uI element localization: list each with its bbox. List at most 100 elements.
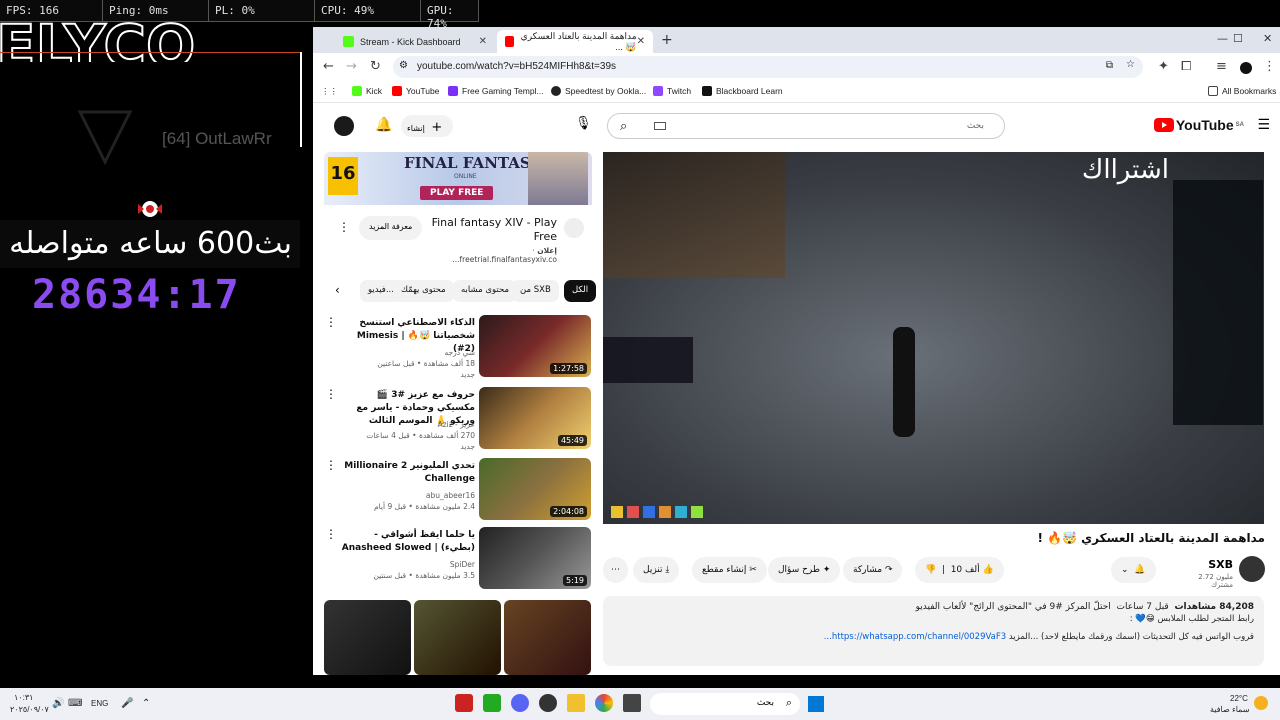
create-button[interactable]: إنشاء + — [401, 115, 453, 137]
reload-icon[interactable]: ↻ — [370, 59, 381, 74]
video-thumbnail[interactable]: 5:19 — [479, 527, 591, 589]
clip-button[interactable]: إنشاء مقطع ✂ — [692, 557, 767, 583]
like-dislike-group[interactable]: 👎 | 10 ألف 👍 — [915, 557, 1004, 583]
ask-button[interactable]: طرح سؤال ✦ — [768, 557, 841, 583]
download-button[interactable]: تنزيل ⤓ — [633, 557, 680, 583]
share-button[interactable]: مشاركة ↷ — [843, 557, 903, 583]
list-item[interactable]: 1:27:58 الذكاء الاصطناعي استنسخ شخصياتنا… — [313, 315, 603, 385]
youtube-logo[interactable]: YouTube SA — [1153, 117, 1244, 133]
more-vert-icon[interactable]: ⋮ — [325, 315, 337, 329]
windows-start-icon[interactable] — [808, 696, 824, 712]
rec-channel[interactable]: abu_abeer16 — [339, 490, 475, 501]
address-bar[interactable]: ⚙ youtube.com/watch?v=bH524MIFHh8&t=39s … — [393, 56, 1143, 78]
more-actions-button[interactable]: ⋯ — [603, 557, 628, 583]
chrome-icon[interactable] — [595, 694, 613, 712]
channel-name[interactable]: SXB — [1175, 558, 1233, 571]
mic-icon[interactable]: 🎤 — [121, 698, 133, 709]
more-vert-icon[interactable]: ⋮ — [338, 220, 350, 234]
short-thumbnail[interactable] — [414, 600, 501, 675]
clock-date[interactable]: ٢٠٢٥/٠٩/٠٧ — [10, 705, 49, 714]
weather-temp[interactable]: 22°C — [1230, 694, 1248, 703]
hamburger-menu-icon[interactable]: ☰ — [1257, 117, 1270, 133]
list-item[interactable]: 5:19 يا حلما ايقظ أشواقي - (بطيء) | Anas… — [313, 527, 603, 597]
list-item[interactable]: 2:04:08 تحدي المليونير 2 Millionaire Cha… — [313, 458, 603, 528]
apps-icon[interactable]: ⋮⋮ — [321, 86, 338, 97]
list-item[interactable]: 45:49 حروف مع عزيز #3 🎬 مكسيكي وحمادة - … — [313, 387, 603, 457]
video-thumbnail[interactable]: 45:49 — [479, 387, 591, 449]
bookmark-speedtest[interactable]: Speedtest by Ookla... — [551, 86, 646, 96]
bookmark-kick[interactable]: Kick — [352, 86, 382, 96]
chip-for-you[interactable]: محتوى يهمّك — [393, 280, 454, 302]
all-bookmarks[interactable]: All Bookmarks — [1208, 86, 1276, 96]
chip-all[interactable]: الكل — [564, 280, 597, 302]
sidebar-ad[interactable]: 16 FINAL FANTASY XIV ONLINE PLAY FREE Fi… — [324, 152, 592, 265]
back-icon[interactable]: ← — [323, 59, 334, 74]
obs-icon[interactable] — [539, 694, 557, 712]
menu-icon[interactable]: ⋮ — [1263, 59, 1276, 74]
rec-title[interactable]: يا حلما ايقظ أشواقي - (بطيء) | Anasheed … — [339, 529, 475, 555]
minimize-button[interactable]: — — [1217, 32, 1228, 45]
rec-channel[interactable]: عزيز - Aziz — [339, 419, 475, 430]
language-indicator[interactable]: ENG — [91, 699, 108, 708]
chip-from-channel[interactable]: من SXB — [512, 280, 559, 302]
channel-avatar[interactable] — [1239, 556, 1265, 582]
profile-avatar[interactable] — [1240, 62, 1252, 74]
file-explorer-icon[interactable] — [567, 694, 585, 712]
volume-icon[interactable]: 🔊 — [52, 698, 64, 709]
clock-time[interactable]: ١٠:٣١ — [14, 693, 33, 702]
description-box[interactable]: 84,208 مشاهدات قبل 7 ساعات احتلّ المركز … — [603, 596, 1264, 666]
chevron-left-icon[interactable]: ‹ — [335, 283, 340, 297]
tab-kick[interactable]: Stream - Kick Dashboard ✕ — [335, 30, 495, 53]
close-icon[interactable]: ✕ — [479, 36, 487, 47]
search-icon[interactable]: ⌕ — [620, 119, 627, 134]
search-input[interactable]: ⌕ بحث — [607, 113, 1005, 139]
mic-icon[interactable]: 🎙 — [575, 116, 592, 131]
rec-channel[interactable]: شي درجه — [339, 347, 475, 358]
bookmark-youtube[interactable]: YouTube — [392, 86, 439, 96]
maximize-button[interactable]: ☐ — [1233, 32, 1243, 45]
close-window-button[interactable]: ✕ — [1263, 32, 1272, 45]
browser-window: Stream - Kick Dashboard ✕ مداهمة المدينة… — [313, 27, 1280, 675]
more-vert-icon[interactable]: ⋮ — [325, 458, 337, 472]
video-thumbnail[interactable]: 1:27:58 — [479, 315, 591, 377]
media-icon[interactable]: ≡ — [1216, 59, 1227, 74]
ad-title[interactable]: Final fantasy XIV - Play Free — [431, 216, 557, 244]
discord-icon[interactable] — [511, 694, 529, 712]
subscribed-button[interactable]: ⌄ 🔔 — [1111, 557, 1156, 583]
site-info-icon[interactable]: ⚙ — [399, 60, 408, 71]
rec-channel[interactable]: SpiDer — [339, 559, 475, 570]
notifications-icon[interactable]: 🔔 — [375, 117, 392, 133]
short-thumbnail[interactable] — [504, 600, 591, 675]
app-icon[interactable] — [623, 694, 641, 712]
keyboard-icon[interactable] — [654, 122, 666, 130]
account-avatar[interactable] — [334, 116, 354, 136]
video-player[interactable]: اشترااك — [603, 152, 1264, 524]
forward-icon[interactable]: → — [346, 59, 357, 74]
weather-desc[interactable]: سماء صافية — [1210, 705, 1250, 714]
tab-youtube[interactable]: مداهمة المدينة بالعتاد العسكري 🤯 ... ✕ — [497, 30, 653, 53]
video-thumbnail[interactable]: 2:04:08 — [479, 458, 591, 520]
network-icon[interactable]: ⌨ — [68, 698, 82, 709]
bookmark-blackboard[interactable]: Blackboard Learn — [702, 86, 783, 96]
short-thumbnail[interactable] — [324, 600, 411, 675]
puzzle-icon[interactable]: ⧠ — [1181, 59, 1191, 74]
bookmark-twitch[interactable]: Twitch — [653, 86, 691, 96]
taskbar-search[interactable]: بحث ⌕ — [650, 693, 800, 715]
ad-banner-cta[interactable]: PLAY FREE — [420, 186, 494, 200]
app-icon[interactable] — [483, 694, 501, 712]
ad-banner[interactable]: 16 FINAL FANTASY XIV ONLINE PLAY FREE — [324, 152, 592, 205]
bookmark-star-icon[interactable]: ☆ — [1126, 59, 1135, 70]
more-vert-icon[interactable]: ⋮ — [325, 527, 337, 541]
chevron-up-icon[interactable]: ⌃ — [142, 698, 150, 709]
chip-related[interactable]: محتوى مشابه — [453, 280, 517, 302]
install-icon[interactable]: ⧉ — [1106, 60, 1113, 71]
rec-title[interactable]: تحدي المليونير 2 Millionaire Challenge — [339, 460, 475, 486]
bookmark-templates[interactable]: Free Gaming Templ... — [448, 86, 544, 96]
more-vert-icon[interactable]: ⋮ — [325, 387, 337, 401]
close-icon[interactable]: ✕ — [637, 36, 645, 47]
app-icon[interactable] — [455, 694, 473, 712]
new-tab-button[interactable]: + — [661, 32, 673, 48]
whatsapp-link[interactable]: https://whatsapp.com/channel/0029VaF3... — [824, 632, 1006, 642]
ad-cta-button[interactable]: معرفة المزيد — [359, 216, 423, 240]
extension-icon[interactable]: ✦ — [1158, 59, 1169, 74]
